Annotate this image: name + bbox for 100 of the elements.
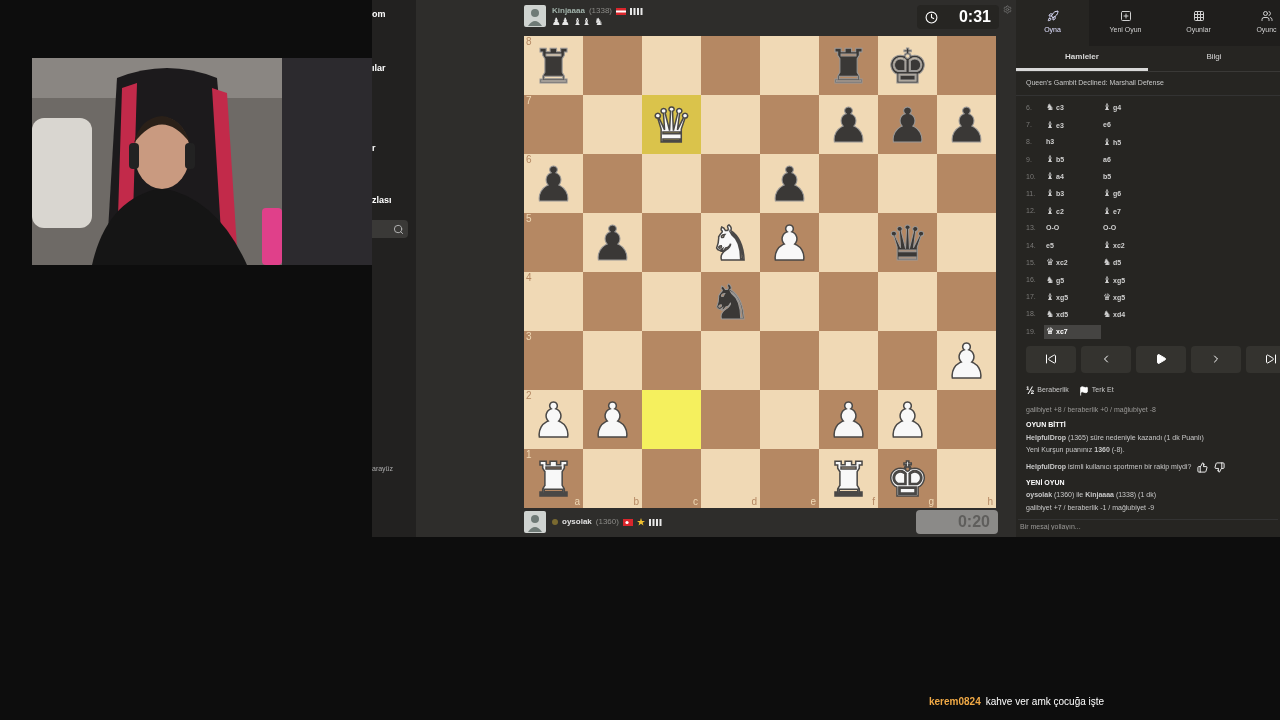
board-square[interactable]: ♟ [819,95,878,154]
board-square[interactable] [701,154,760,213]
chess-piece[interactable]: ♟ [827,100,870,149]
thumbs-up-icon[interactable] [1197,461,1209,473]
board-square[interactable] [937,390,996,449]
settings-icon[interactable] [1003,5,1012,14]
board-square[interactable] [819,272,878,331]
next-button[interactable] [1191,345,1241,373]
rank-label: 3 [526,332,532,342]
board-square[interactable] [937,36,996,95]
level-bars-icon [648,518,663,526]
board-square[interactable] [642,390,701,449]
player-rating: (1338) [588,5,613,17]
sidebar-item[interactable]: zlası [372,194,416,220]
board-square[interactable]: ♟ [583,213,642,272]
prev-button[interactable] [1081,345,1131,373]
player-rating: (1360) [595,516,619,528]
rank-label: 4 [526,273,532,283]
board-square[interactable] [701,390,760,449]
board-square[interactable] [642,213,701,272]
panel-tab[interactable]: Bilgi [1148,46,1280,71]
file-label: d [751,497,757,507]
panel-tab[interactable]: Hamleler [1016,46,1148,71]
board-square[interactable] [878,331,937,390]
board-square[interactable] [701,331,760,390]
rocket-icon [1046,10,1059,23]
rank-label: 2 [526,391,532,401]
board-square[interactable] [760,390,819,449]
chess-piece[interactable]: ♜ [532,41,575,90]
chess-piece[interactable]: ♞ [709,277,752,326]
board-square[interactable] [878,272,937,331]
board-square[interactable]: ♞ [701,272,760,331]
board-square[interactable] [937,272,996,331]
chess-piece[interactable]: ♟ [945,100,988,149]
board-square[interactable] [642,272,701,331]
board-square[interactable]: ♜ [819,36,878,95]
board-square[interactable] [642,36,701,95]
flag-icon [616,7,627,15]
plus-icon [1119,10,1132,23]
file-label: e [810,497,816,507]
board-square[interactable] [701,95,760,154]
search-field[interactable] [372,220,408,238]
clock-icon [925,10,938,24]
board-square[interactable] [937,154,996,213]
board-square[interactable] [878,154,937,213]
file-label: f [872,497,875,507]
play-button[interactable] [1136,345,1186,373]
rank-label: 6 [526,155,532,165]
rank-label: 7 [526,96,532,106]
thumbs-down-icon[interactable] [1214,461,1226,473]
board-square[interactable]: ♟ [937,95,996,154]
first-move-icon [1045,353,1057,365]
rank-label: 5 [526,214,532,224]
sidebar-item[interactable]: ılar [372,62,416,142]
rank-label: 1 [526,450,532,460]
chat-message: kahve ver amk çocuğa işte [985,695,1105,709]
board-square[interactable]: ♚ [878,36,937,95]
first-button[interactable] [1026,345,1076,373]
file-label: b [633,497,639,507]
board-square[interactable] [760,95,819,154]
chess-piece[interactable]: ♟ [591,218,634,267]
board-square[interactable] [760,272,819,331]
play-icon [1155,353,1167,365]
board-square[interactable] [583,154,642,213]
file-label: g [928,497,934,507]
board-square[interactable] [701,36,760,95]
sidebar-item[interactable]: r [372,142,416,194]
player-name[interactable]: Kinjaaaa [552,5,585,17]
board-square[interactable] [642,331,701,390]
player-name[interactable]: oysolak [562,516,592,528]
board-square[interactable] [760,331,819,390]
flag-icon [1078,385,1089,396]
chess-piece[interactable]: ♜ [827,41,870,90]
clock-time: 0:31 [958,7,991,27]
board-square[interactable]: ♟ [760,154,819,213]
board-square[interactable] [819,154,878,213]
board-square[interactable] [583,272,642,331]
chat-username: kerem0824 [929,695,981,709]
avatar [524,5,546,27]
search-icon [393,223,404,235]
board-square[interactable] [583,36,642,95]
rank-label: 8 [526,37,532,47]
board-square[interactable] [583,95,642,154]
chess-piece[interactable]: ♟ [532,159,575,208]
board-square[interactable] [819,331,878,390]
board-square[interactable] [937,213,996,272]
board-square[interactable] [760,36,819,95]
board-square[interactable] [583,331,642,390]
chess-piece[interactable]: ♟ [768,159,811,208]
avatar [524,511,546,533]
chess-piece[interactable]: ♚ [886,41,929,90]
file-label: a [574,497,580,507]
last-button[interactable] [1246,345,1280,373]
chess-piece[interactable]: ♟ [886,100,929,149]
flag-icon [622,518,633,526]
board-square[interactable] [819,213,878,272]
board-square[interactable]: ♟ [878,95,937,154]
sidebar-item[interactable]: om [372,8,416,62]
last-move-icon [1265,353,1277,365]
board-square[interactable] [642,154,701,213]
